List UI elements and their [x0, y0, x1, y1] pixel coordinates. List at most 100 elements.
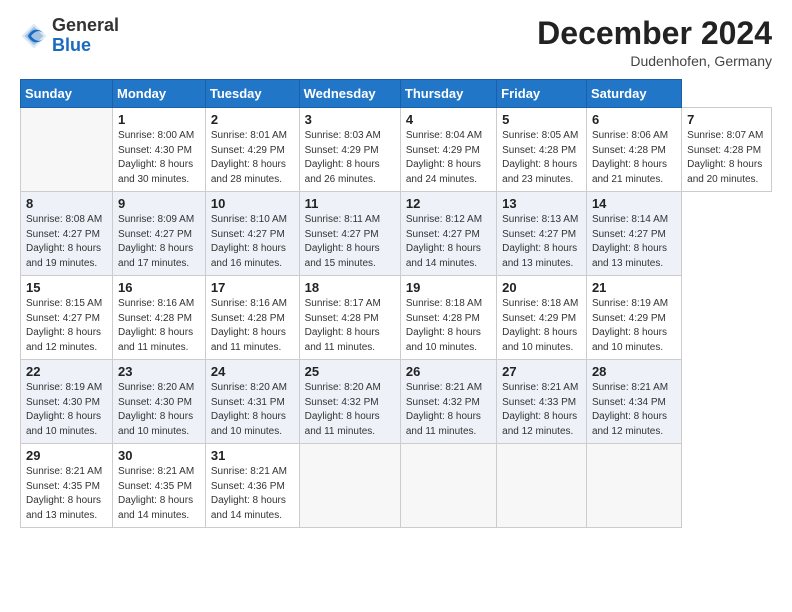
calendar-cell: 12 Sunrise: 8:12 AM Sunset: 4:27 PM Dayli… [400, 192, 496, 276]
day-number: 24 [211, 364, 294, 379]
calendar-cell: 17 Sunrise: 8:16 AM Sunset: 4:28 PM Dayli… [205, 276, 299, 360]
col-header-sunday: Sunday [21, 80, 113, 108]
calendar-cell: 9 Sunrise: 8:09 AM Sunset: 4:27 PM Daylig… [113, 192, 206, 276]
day-info: Sunrise: 8:14 AM Sunset: 4:27 PM Dayligh… [592, 213, 676, 271]
logo-general-text: General [52, 15, 119, 35]
calendar-cell: 11 Sunrise: 8:11 AM Sunset: 4:27 PM Dayli… [299, 192, 400, 276]
calendar-cell: 13 Sunrise: 8:13 AM Sunset: 4:27 PM Dayli… [497, 192, 587, 276]
day-info: Sunrise: 8:13 AM Sunset: 4:27 PM Dayligh… [502, 213, 581, 271]
calendar-cell: 30Sunrise: 8:21 AM Sunset: 4:35 PM Dayli… [113, 444, 206, 528]
col-header-monday: Monday [113, 80, 206, 108]
day-number: 1 [118, 112, 200, 127]
day-number: 18 [305, 280, 395, 295]
calendar-cell: 14 Sunrise: 8:14 AM Sunset: 4:27 PM Dayli… [586, 192, 681, 276]
calendar-cell: 31Sunrise: 8:21 AM Sunset: 4:36 PM Dayli… [205, 444, 299, 528]
calendar-cell: 20 Sunrise: 8:18 AM Sunset: 4:29 PM Dayli… [497, 276, 587, 360]
day-number: 6 [592, 112, 676, 127]
day-number: 21 [592, 280, 676, 295]
day-number: 7 [687, 112, 766, 127]
day-number: 8 [26, 196, 107, 211]
day-info: Sunrise: 8:09 AM Sunset: 4:27 PM Dayligh… [118, 213, 200, 271]
day-info: Sunrise: 8:05 AM Sunset: 4:28 PM Dayligh… [502, 129, 581, 187]
calendar-cell: 28Sunrise: 8:21 AM Sunset: 4:34 PM Dayli… [586, 360, 681, 444]
day-info: Sunrise: 8:16 AM Sunset: 4:28 PM Dayligh… [211, 297, 294, 355]
day-number: 22 [26, 364, 107, 379]
calendar: SundayMondayTuesdayWednesdayThursdayFrid… [20, 79, 772, 528]
day-info: Sunrise: 8:12 AM Sunset: 4:27 PM Dayligh… [406, 213, 491, 271]
day-info: Sunrise: 8:06 AM Sunset: 4:28 PM Dayligh… [592, 129, 676, 187]
day-number: 20 [502, 280, 581, 295]
week-row-3: 15Sunrise: 8:15 AM Sunset: 4:27 PM Dayli… [21, 276, 772, 360]
calendar-cell [400, 444, 496, 528]
col-header-friday: Friday [497, 80, 587, 108]
day-info: Sunrise: 8:21 AM Sunset: 4:33 PM Dayligh… [502, 381, 581, 439]
calendar-header-row: SundayMondayTuesdayWednesdayThursdayFrid… [21, 80, 772, 108]
week-row-5: 29Sunrise: 8:21 AM Sunset: 4:35 PM Dayli… [21, 444, 772, 528]
day-number: 27 [502, 364, 581, 379]
calendar-cell: 26Sunrise: 8:21 AM Sunset: 4:32 PM Dayli… [400, 360, 496, 444]
col-header-thursday: Thursday [400, 80, 496, 108]
day-number: 25 [305, 364, 395, 379]
day-number: 23 [118, 364, 200, 379]
col-header-wednesday: Wednesday [299, 80, 400, 108]
calendar-cell: 24 Sunrise: 8:20 AM Sunset: 4:31 PM Dayli… [205, 360, 299, 444]
calendar-cell [21, 108, 113, 192]
logo: General Blue [20, 16, 119, 56]
calendar-cell: 18 Sunrise: 8:17 AM Sunset: 4:28 PM Dayli… [299, 276, 400, 360]
header: General Blue December 2024 Dudenhofen, G… [20, 16, 772, 69]
day-info: Sunrise: 8:19 AM Sunset: 4:30 PM Dayligh… [26, 381, 107, 439]
week-row-2: 8Sunrise: 8:08 AM Sunset: 4:27 PM Daylig… [21, 192, 772, 276]
calendar-cell: 6 Sunrise: 8:06 AM Sunset: 4:28 PM Daylig… [586, 108, 681, 192]
calendar-cell: 21Sunrise: 8:19 AM Sunset: 4:29 PM Dayli… [586, 276, 681, 360]
day-number: 2 [211, 112, 294, 127]
col-header-saturday: Saturday [586, 80, 681, 108]
week-row-4: 22 Sunrise: 8:19 AM Sunset: 4:30 PM Dayli… [21, 360, 772, 444]
day-info: Sunrise: 8:11 AM Sunset: 4:27 PM Dayligh… [305, 213, 395, 271]
calendar-cell: 4 Sunrise: 8:04 AM Sunset: 4:29 PM Daylig… [400, 108, 496, 192]
logo-icon [20, 22, 48, 50]
day-info: Sunrise: 8:18 AM Sunset: 4:29 PM Dayligh… [502, 297, 581, 355]
day-number: 29 [26, 448, 107, 463]
calendar-cell: 23 Sunrise: 8:20 AM Sunset: 4:30 PM Dayli… [113, 360, 206, 444]
calendar-cell: 1 Sunrise: 8:00 AM Sunset: 4:30 PM Daylig… [113, 108, 206, 192]
calendar-cell: 3Sunrise: 8:03 AM Sunset: 4:29 PM Daylig… [299, 108, 400, 192]
day-number: 16 [118, 280, 200, 295]
calendar-cell: 27 Sunrise: 8:21 AM Sunset: 4:33 PM Dayli… [497, 360, 587, 444]
col-header-tuesday: Tuesday [205, 80, 299, 108]
calendar-cell: 8Sunrise: 8:08 AM Sunset: 4:27 PM Daylig… [21, 192, 113, 276]
day-info: Sunrise: 8:16 AM Sunset: 4:28 PM Dayligh… [118, 297, 200, 355]
logo-text: General Blue [52, 16, 119, 56]
day-number: 12 [406, 196, 491, 211]
calendar-cell: 15Sunrise: 8:15 AM Sunset: 4:27 PM Dayli… [21, 276, 113, 360]
calendar-cell: 2 Sunrise: 8:01 AM Sunset: 4:29 PM Daylig… [205, 108, 299, 192]
title-block: December 2024 Dudenhofen, Germany [537, 16, 772, 69]
week-row-1: 1 Sunrise: 8:00 AM Sunset: 4:30 PM Daylig… [21, 108, 772, 192]
day-number: 17 [211, 280, 294, 295]
day-number: 5 [502, 112, 581, 127]
calendar-cell: 16 Sunrise: 8:16 AM Sunset: 4:28 PM Dayli… [113, 276, 206, 360]
day-number: 19 [406, 280, 491, 295]
day-info: Sunrise: 8:10 AM Sunset: 4:27 PM Dayligh… [211, 213, 294, 271]
day-number: 13 [502, 196, 581, 211]
day-number: 9 [118, 196, 200, 211]
day-info: Sunrise: 8:20 AM Sunset: 4:30 PM Dayligh… [118, 381, 200, 439]
day-info: Sunrise: 8:04 AM Sunset: 4:29 PM Dayligh… [406, 129, 491, 187]
calendar-cell [586, 444, 681, 528]
calendar-cell: 25 Sunrise: 8:20 AM Sunset: 4:32 PM Dayli… [299, 360, 400, 444]
logo-blue-text: Blue [52, 35, 91, 55]
day-number: 11 [305, 196, 395, 211]
calendar-cell: 7Sunrise: 8:07 AM Sunset: 4:28 PM Daylig… [682, 108, 772, 192]
day-info: Sunrise: 8:20 AM Sunset: 4:31 PM Dayligh… [211, 381, 294, 439]
calendar-cell [497, 444, 587, 528]
calendar-cell: 29Sunrise: 8:21 AM Sunset: 4:35 PM Dayli… [21, 444, 113, 528]
day-info: Sunrise: 8:01 AM Sunset: 4:29 PM Dayligh… [211, 129, 294, 187]
calendar-cell: 5 Sunrise: 8:05 AM Sunset: 4:28 PM Daylig… [497, 108, 587, 192]
day-number: 26 [406, 364, 491, 379]
day-number: 28 [592, 364, 676, 379]
day-info: Sunrise: 8:17 AM Sunset: 4:28 PM Dayligh… [305, 297, 395, 355]
day-info: Sunrise: 8:00 AM Sunset: 4:30 PM Dayligh… [118, 129, 200, 187]
day-number: 14 [592, 196, 676, 211]
day-number: 4 [406, 112, 491, 127]
calendar-cell: 22 Sunrise: 8:19 AM Sunset: 4:30 PM Dayli… [21, 360, 113, 444]
day-info: Sunrise: 8:20 AM Sunset: 4:32 PM Dayligh… [305, 381, 395, 439]
